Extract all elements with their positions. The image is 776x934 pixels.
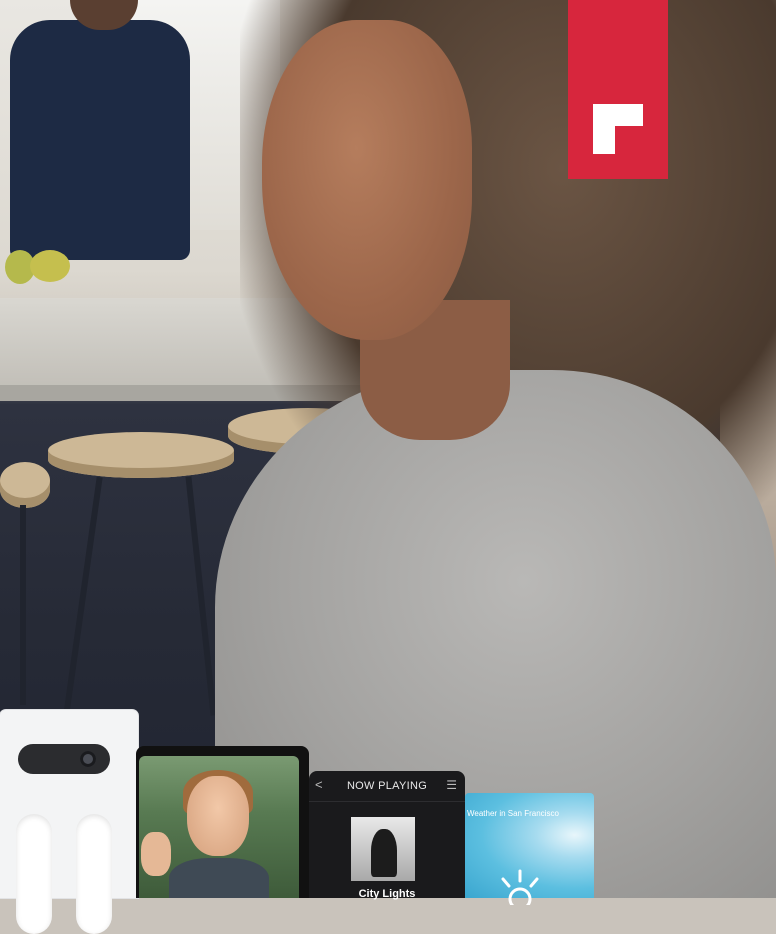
video-person-icon (187, 776, 249, 856)
music-header: < NOW PLAYING ☰ (309, 771, 465, 802)
brand-logo-icon (593, 104, 643, 154)
list-icon[interactable]: ☰ (446, 778, 457, 792)
now-playing-title: NOW PLAYING (346, 780, 428, 792)
camera-sensor-bar (18, 744, 110, 774)
weather-card: Weather in San Francisco (465, 793, 594, 905)
bar-stool (48, 432, 234, 478)
singer-figure (371, 829, 397, 877)
bar-stool (0, 462, 50, 508)
video-call-card (136, 746, 309, 898)
video-feed (139, 756, 299, 898)
camera-device (0, 710, 138, 934)
device-slot (76, 814, 112, 934)
device-slot (16, 814, 52, 934)
weather-title: Weather in San Francisco (467, 809, 559, 818)
sun-icon (501, 869, 539, 905)
camera-lens-icon (80, 751, 96, 767)
fruit (30, 250, 70, 282)
stool-leg (20, 505, 26, 705)
album-art (351, 817, 415, 881)
music-player-card: < NOW PLAYING ☰ City Lights (309, 771, 465, 900)
track-name: City Lights (358, 888, 416, 900)
video-person-body (169, 858, 269, 898)
video-person-hand (141, 832, 171, 876)
brand-logo (568, 0, 668, 179)
woman-face (262, 20, 472, 340)
person-background (10, 20, 190, 260)
